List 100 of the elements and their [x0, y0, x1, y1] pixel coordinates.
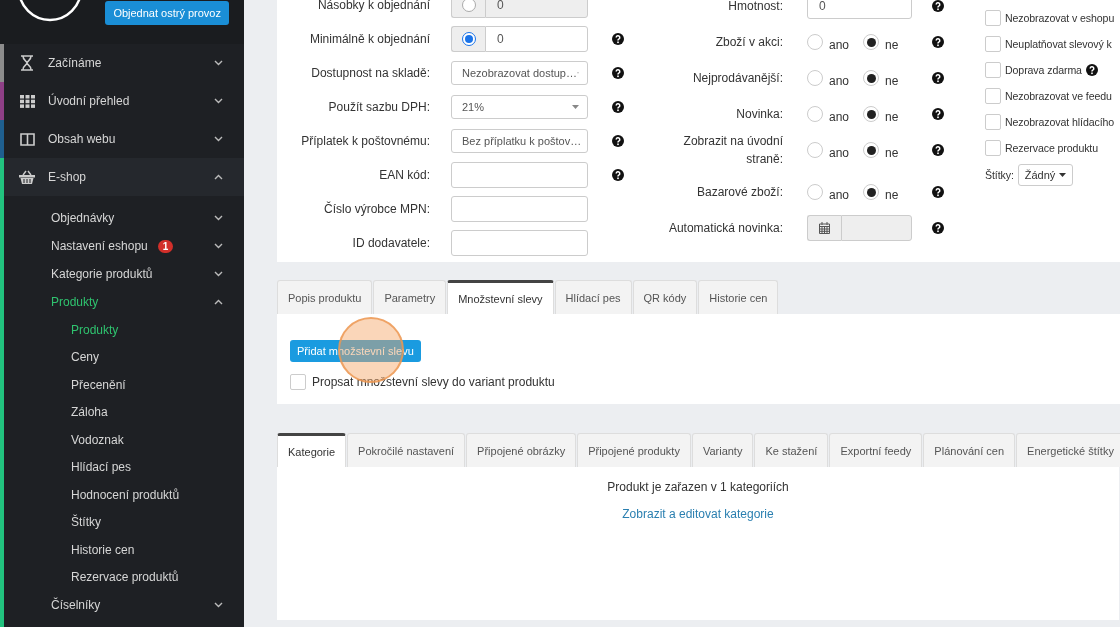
- info-text: Produkt je zařazen v 1 kategoriích: [607, 480, 789, 494]
- tab[interactable]: Parametry: [373, 280, 447, 314]
- checkbox[interactable]: [985, 88, 1001, 104]
- nav-subitem[interactable]: Přecenění: [4, 371, 244, 399]
- field-label: Štítky:: [985, 169, 1014, 181]
- tab[interactable]: Popis produktu: [277, 280, 373, 314]
- help-icon[interactable]: [932, 186, 944, 198]
- field-label: Násobky k objednání: [316, 0, 430, 12]
- radio-button[interactable]: [807, 142, 823, 158]
- checkbox[interactable]: [290, 374, 306, 390]
- radio-button[interactable]: [461, 0, 476, 12]
- help-icon[interactable]: [932, 72, 944, 84]
- tab[interactable]: Hlídací pes: [554, 280, 632, 314]
- chevron-down-icon: [214, 215, 223, 221]
- tab[interactable]: Varianty: [691, 433, 754, 467]
- help-icon[interactable]: [612, 169, 624, 181]
- radio-button[interactable]: [863, 70, 880, 86]
- chevron-down-icon: [214, 243, 223, 249]
- text-field[interactable]: [451, 196, 588, 222]
- help-icon[interactable]: [932, 0, 944, 12]
- nav-subitem[interactable]: Štítky: [4, 508, 244, 536]
- field-label: Zboží v akci:: [714, 34, 783, 51]
- nav-subitem[interactable]: Ceny: [4, 343, 244, 371]
- text-field[interactable]: 0: [807, 0, 912, 19]
- tab[interactable]: Ke stažení: [754, 433, 829, 467]
- checkbox[interactable]: [985, 10, 1001, 26]
- grid-icon: [19, 94, 35, 108]
- nav-subitem[interactable]: Hodnocení produktů: [4, 481, 244, 509]
- nav-subitem[interactable]: Produkty: [4, 316, 244, 344]
- tab[interactable]: Připojené produkty: [577, 433, 691, 467]
- tab[interactable]: Plánování cen: [923, 433, 1016, 467]
- nav-subitem[interactable]: Produkty: [4, 288, 244, 316]
- nav-subitem[interactable]: Hlídací pes: [4, 453, 244, 481]
- edit-categories-link[interactable]: Zobrazit a editovat kategorie: [622, 507, 774, 521]
- chevron-down-icon: [214, 271, 223, 277]
- text-field[interactable]: [451, 162, 588, 188]
- tab[interactable]: Množstevní slevy: [447, 280, 554, 314]
- checkbox-label: Nezobrazovat v eshopu: [1005, 12, 1115, 24]
- chevron-down-icon: [214, 60, 223, 66]
- nav-subitem[interactable]: Objednávky: [4, 204, 244, 232]
- tab[interactable]: Kategorie: [277, 433, 347, 467]
- radio-button[interactable]: [863, 142, 880, 158]
- radio-button[interactable]: [807, 184, 823, 200]
- dropdown[interactable]: 21%: [451, 95, 588, 119]
- option-label: ne: [885, 38, 899, 52]
- radio-button[interactable]: [807, 70, 823, 86]
- help-icon[interactable]: [932, 36, 944, 48]
- checkbox-label: Doprava zdarma: [1005, 64, 1082, 76]
- radio-button[interactable]: [461, 32, 476, 46]
- tags-dropdown[interactable]: Žádný: [1017, 164, 1074, 186]
- field-label: Použít sazbu DPH:: [327, 100, 430, 114]
- help-icon[interactable]: [612, 135, 624, 147]
- tab[interactable]: Pokročilé nastavení: [347, 433, 466, 467]
- nav-subitem[interactable]: Kategorie produktů: [4, 260, 244, 288]
- nav-subitem[interactable]: Rezervace produktů: [4, 563, 244, 591]
- radio-button[interactable]: [807, 106, 823, 122]
- chevron-down-icon: [214, 602, 223, 608]
- number-field[interactable]: 0: [485, 0, 588, 18]
- checkbox[interactable]: [985, 62, 1001, 78]
- help-icon[interactable]: [612, 67, 624, 79]
- chevron-up-icon: [214, 174, 223, 180]
- nav-label: Nastavení eshopu: [51, 239, 148, 253]
- tab[interactable]: Energetické štítky: [1016, 433, 1120, 467]
- dropdown[interactable]: Nezobrazovat dostup…: [451, 61, 588, 85]
- nav-subitem[interactable]: Historie cen: [4, 536, 244, 564]
- checkbox[interactable]: [985, 36, 1001, 52]
- checkbox-label: Propsat množstevní slevy do variant produktu: [312, 375, 555, 389]
- chevron-down-icon: [214, 136, 223, 142]
- nav-item[interactable]: Obsah webu: [4, 120, 244, 158]
- checkbox[interactable]: [985, 140, 1001, 156]
- help-icon[interactable]: [612, 33, 624, 45]
- nav-item[interactable]: E-shop: [4, 158, 244, 196]
- tab[interactable]: Historie cen: [698, 280, 779, 314]
- option-label: ne: [885, 146, 899, 160]
- dropdown[interactable]: Bez příplatku k poštov…: [451, 129, 588, 153]
- help-icon[interactable]: [612, 101, 624, 113]
- hourglass-icon: [20, 55, 34, 71]
- text-field[interactable]: [451, 230, 588, 256]
- help-icon[interactable]: [1085, 64, 1098, 76]
- nav-subitem[interactable]: Záloha: [4, 398, 244, 426]
- checkbox[interactable]: [985, 114, 1001, 130]
- columns-icon: [19, 132, 35, 146]
- nav-item[interactable]: Začínáme: [4, 44, 244, 82]
- help-icon[interactable]: [932, 108, 944, 120]
- nav-subitem[interactable]: Číselníky: [4, 591, 244, 619]
- field-label: ID dodavatele:: [351, 236, 430, 250]
- option-label: ano: [829, 110, 850, 124]
- radio-button[interactable]: [863, 34, 880, 50]
- radio-button[interactable]: [863, 184, 880, 200]
- help-icon[interactable]: [932, 144, 944, 156]
- order-button[interactable]: Objednat ostrý provoz: [105, 1, 229, 25]
- radio-button[interactable]: [807, 34, 823, 50]
- radio-button[interactable]: [863, 106, 880, 122]
- tab[interactable]: Připojené obrázky: [466, 433, 577, 467]
- number-field[interactable]: 0: [485, 26, 588, 52]
- tab[interactable]: QR kódy: [632, 280, 698, 314]
- nav-subitem[interactable]: Vodoznak: [4, 426, 244, 454]
- nav-item[interactable]: Úvodní přehled: [4, 82, 244, 120]
- calendar-icon[interactable]: [819, 222, 830, 234]
- tab[interactable]: Exportní feedy: [829, 433, 923, 467]
